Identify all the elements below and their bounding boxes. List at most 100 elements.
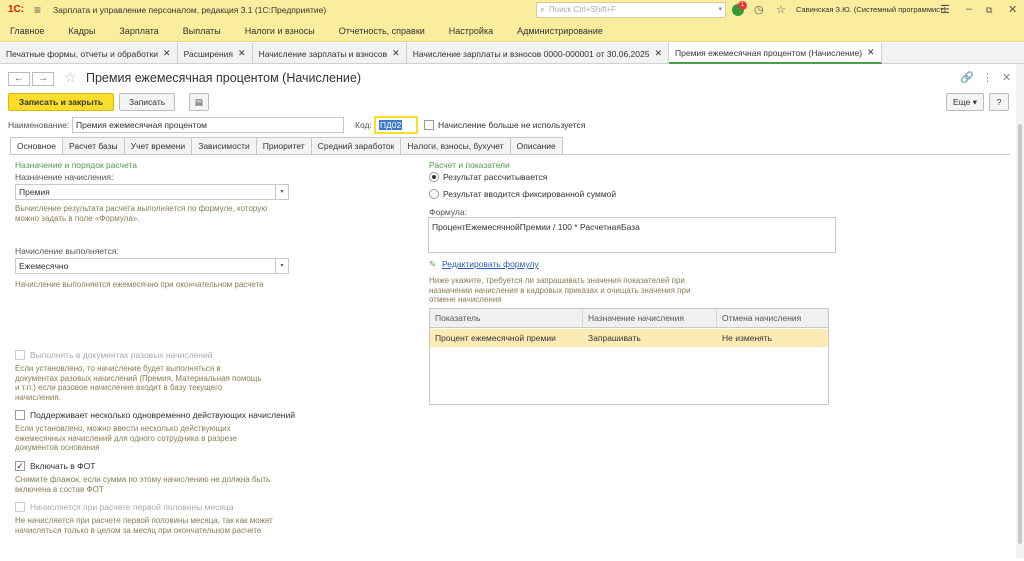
tab-dependencies[interactable]: Зависимости xyxy=(192,137,257,155)
open-tab-bonus-accrual[interactable]: Премия ежемесячная процентом (Начисление… xyxy=(669,43,882,64)
table-cell-assignment[interactable]: Запрашивать xyxy=(583,329,717,347)
tab-description[interactable]: Описание xyxy=(510,137,563,155)
result-fixed-radio[interactable] xyxy=(429,189,439,199)
menu-item-main[interactable]: Главное xyxy=(10,26,44,36)
column-header-cancellation[interactable]: Отмена начисления xyxy=(717,309,828,328)
close-tab-icon[interactable]: ✕ xyxy=(163,48,171,59)
first-half-month-checkbox[interactable] xyxy=(15,502,25,512)
multiple-accruals-label: Поддерживает несколько одновременно дейс… xyxy=(30,410,295,420)
close-icon[interactable]: ✕ xyxy=(1008,3,1017,16)
open-tab-payroll-list[interactable]: Начисление зарплаты и взносов ✕ xyxy=(253,43,407,64)
tab-main[interactable]: Основное xyxy=(10,137,63,155)
tab-base-calculation[interactable]: Расчет базы xyxy=(62,137,125,155)
favorites-star-icon[interactable]: ☆ xyxy=(776,3,786,16)
app-title: Зарплата и управление персоналом, редакц… xyxy=(53,5,327,15)
unused-label: Начисление больше не используется xyxy=(438,120,586,130)
include-payroll-fund-hint: Снимите флажок, если сумма по этому начи… xyxy=(15,475,271,494)
save-and-close-button[interactable]: Записать и закрыть xyxy=(8,93,114,111)
indicators-table: Показатель Назначение начисления Отмена … xyxy=(429,308,829,405)
one-time-docs-hint: Если установлено, то начисление будет вы… xyxy=(15,364,262,402)
multiple-accruals-hint: Если установлено, можно ввести несколько… xyxy=(15,424,237,452)
menu-item-admin[interactable]: Администрирование xyxy=(517,26,603,36)
column-header-indicator[interactable]: Показатель xyxy=(430,309,583,328)
tab-divider xyxy=(10,154,1010,155)
purpose-label: Назначение начисления: xyxy=(15,172,114,182)
close-tab-icon[interactable]: ✕ xyxy=(238,48,246,59)
first-half-month-hint: Не начисляется при расчете первой полови… xyxy=(15,516,273,535)
current-user[interactable]: Савинская З.Ю. (Системный программист) xyxy=(796,5,946,14)
tab-priority[interactable]: Приоритет xyxy=(256,137,312,155)
main-menu: Главное Кадры Зарплата Выплаты Налоги и … xyxy=(0,20,1024,42)
close-tab-icon[interactable]: ✕ xyxy=(392,48,400,59)
section-calculation-title: Расчет и показатели xyxy=(429,160,510,170)
edit-formula-link[interactable]: Редактировать формулу xyxy=(442,259,539,269)
tab-taxes-accounting[interactable]: Налоги, взносы, бухучет xyxy=(401,137,511,155)
one-time-docs-checkbox[interactable] xyxy=(15,350,25,360)
open-tab-print-forms[interactable]: Печатные формы, отчеты и обработки ✕ xyxy=(0,43,178,64)
forward-arrow-icon[interactable]: → xyxy=(32,72,54,86)
table-cell-indicator[interactable]: Процент ежемесячной премии xyxy=(430,329,583,347)
result-calculated-radio[interactable] xyxy=(429,172,439,182)
execution-select[interactable]: Ежемесячно ▾ xyxy=(15,258,289,274)
open-windows-tabs: Печатные формы, отчеты и обработки ✕ Расш… xyxy=(0,43,1024,64)
table-cell-cancellation[interactable]: Не изменять xyxy=(717,329,828,347)
dropdown-icon[interactable]: ▾ xyxy=(275,185,288,199)
name-field[interactable]: Премия ежемесячная процентом xyxy=(72,117,344,133)
menu-item-settings[interactable]: Настройка xyxy=(449,26,493,36)
form-area: ← → ☆ Премия ежемесячная процентом (Начи… xyxy=(0,64,1016,558)
hamburger-menu-icon[interactable]: ≡ xyxy=(34,3,41,17)
include-payroll-fund-label: Включать в ФОТ xyxy=(30,461,96,471)
more-actions-icon[interactable]: ⋮ xyxy=(982,71,993,84)
execution-hint: Начисление выполняется ежемесячно при ок… xyxy=(15,280,264,289)
minimize-icon[interactable]: – xyxy=(966,3,972,15)
close-tab-icon[interactable]: ✕ xyxy=(654,48,662,59)
first-half-month-label: Начисляется при расчете первой половины … xyxy=(30,502,234,512)
scrollbar-thumb[interactable] xyxy=(1018,124,1022,544)
name-label: Наименование: xyxy=(8,120,70,130)
include-payroll-fund-checkbox[interactable]: ✓ xyxy=(15,461,25,471)
code-field[interactable]: ПД02 xyxy=(374,116,418,134)
app-logo: 1С: xyxy=(8,4,25,15)
open-tab-payroll-doc[interactable]: Начисление зарплаты и взносов 0000-00000… xyxy=(407,43,670,64)
maximize-icon[interactable]: ⧉ xyxy=(986,5,992,16)
column-header-assignment[interactable]: Назначение начисления xyxy=(583,309,717,328)
unused-checkbox[interactable] xyxy=(424,120,434,130)
execution-label: Начисление выполняется: xyxy=(15,246,119,256)
code-label: Код: xyxy=(355,120,372,130)
settings-menu-icon[interactable]: ☰ xyxy=(940,3,950,16)
vertical-scrollbar[interactable] xyxy=(1016,64,1024,558)
more-button[interactable]: Еще ▾ xyxy=(946,93,984,111)
form-title: Премия ежемесячная процентом (Начисление… xyxy=(86,71,362,85)
close-form-icon[interactable]: ✕ xyxy=(1002,71,1011,84)
menu-item-salary[interactable]: Зарплата xyxy=(119,26,158,36)
pencil-icon: ✎ xyxy=(429,259,437,269)
link-icon[interactable]: 🔗 xyxy=(960,71,974,84)
favorite-star-icon[interactable]: ☆ xyxy=(64,69,77,86)
open-tab-extensions[interactable]: Расширения ✕ xyxy=(178,43,253,64)
notifications-badge: 1 xyxy=(738,1,747,10)
indicators-hint: Ниже укажите, требуется ли запрашивать з… xyxy=(429,276,691,304)
purpose-select[interactable]: Премия ▾ xyxy=(15,184,289,200)
tab-average-earnings[interactable]: Средний заработок xyxy=(311,137,402,155)
search-input[interactable]: ⌕ Поиск Ctrl+Shift+F ▾ xyxy=(536,2,726,18)
menu-item-reports[interactable]: Отчетность, справки xyxy=(339,26,425,36)
one-time-docs-label: Выполнять в документах разовых начислени… xyxy=(30,350,213,360)
menu-item-hr[interactable]: Кадры xyxy=(68,26,95,36)
save-button[interactable]: Записать xyxy=(119,93,175,111)
form-tabs: Основное Расчет базы Учет времени Зависи… xyxy=(10,137,563,155)
report-icon[interactable]: ▤ xyxy=(189,93,209,111)
search-dropdown-icon[interactable]: ▾ xyxy=(718,5,722,13)
formula-label: Формула: xyxy=(429,207,467,217)
history-icon[interactable]: ◷ xyxy=(754,3,764,16)
menu-item-taxes[interactable]: Налоги и взносы xyxy=(245,26,315,36)
close-tab-icon[interactable]: ✕ xyxy=(867,47,875,58)
dropdown-icon[interactable]: ▾ xyxy=(275,259,288,273)
tab-time-tracking[interactable]: Учет времени xyxy=(124,137,193,155)
menu-item-payments[interactable]: Выплаты xyxy=(183,26,221,36)
formula-field[interactable]: ПроцентЕжемесячнойПремии / 100 * Расчетн… xyxy=(428,217,836,253)
back-arrow-icon[interactable]: ← xyxy=(8,72,30,86)
help-button[interactable]: ? xyxy=(989,93,1009,111)
search-icon: ⌕ xyxy=(540,4,546,14)
purpose-hint: Вычисление результата расчета выполняетс… xyxy=(15,204,268,223)
multiple-accruals-checkbox[interactable] xyxy=(15,410,25,420)
